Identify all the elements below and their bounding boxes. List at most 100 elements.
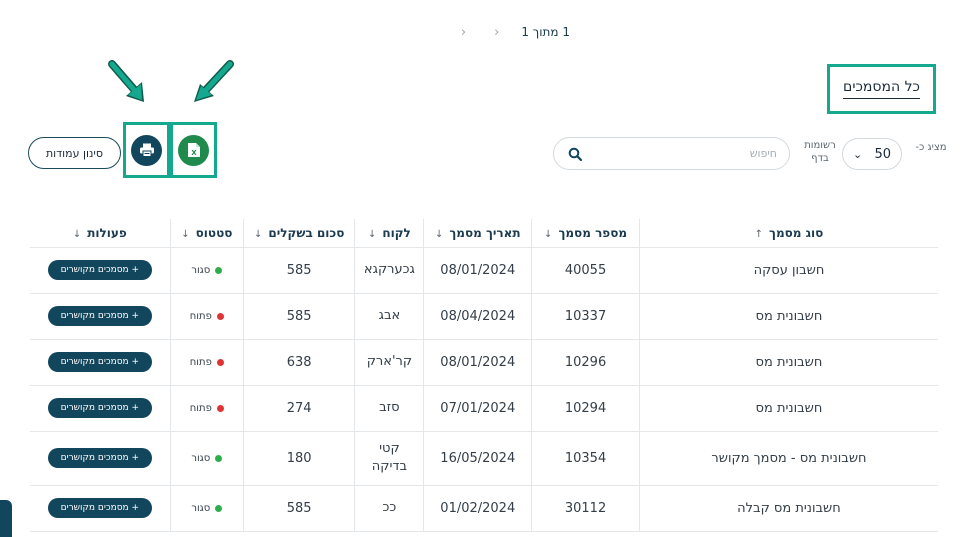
status-dot-icon bbox=[216, 358, 224, 366]
annotation-arrow-icon bbox=[194, 60, 234, 102]
doc-type-cell[interactable]: חשבונית מס - מסמך מקושר bbox=[639, 431, 938, 486]
actions-cell: + מסמכים מקושרים bbox=[30, 247, 171, 294]
page-indicator: 1 מתוך 1 bbox=[521, 25, 570, 39]
doc-number-cell[interactable]: 30112 bbox=[531, 485, 640, 532]
status-dot-icon bbox=[216, 312, 224, 320]
actions-cell: + מסמכים מקושרים bbox=[30, 431, 171, 486]
header-label: סכום בשקלים bbox=[268, 225, 345, 240]
doc-type-cell[interactable]: חשבונית מס קבלה bbox=[639, 485, 938, 532]
sort-up-icon: ↑ bbox=[754, 228, 764, 240]
search-input[interactable] bbox=[582, 147, 777, 160]
print-button[interactable] bbox=[131, 134, 162, 166]
printer-icon bbox=[139, 143, 154, 157]
customer-cell: סזב bbox=[354, 385, 425, 432]
filter-columns-button[interactable]: סינון עמודות bbox=[28, 137, 121, 169]
actions-cell: + מסמכים מקושרים bbox=[30, 339, 171, 386]
customer-cell: ככ bbox=[354, 485, 425, 532]
doc-date-cell: 16/05/2024 bbox=[423, 431, 533, 486]
header-doc-date[interactable]: תאריך מסמך ↓ bbox=[423, 219, 533, 248]
related-documents-button[interactable]: + מסמכים מקושרים bbox=[47, 306, 152, 326]
status-cell: פתוח bbox=[170, 293, 244, 340]
doc-type-cell[interactable]: חשבונית מס bbox=[639, 339, 938, 386]
status-dot-icon bbox=[215, 454, 223, 462]
doc-date-cell: 08/01/2024 bbox=[423, 247, 533, 294]
excel-export-button[interactable]: X bbox=[178, 134, 209, 166]
header-doc-type[interactable]: סוג מסמך ↑ bbox=[639, 219, 938, 248]
status-dot-icon bbox=[215, 504, 223, 512]
amount-cell: 638 bbox=[243, 339, 356, 386]
status-cell: פתוח bbox=[170, 339, 244, 386]
status-cell: פתוח bbox=[170, 385, 244, 432]
page-title-highlight: כל המסמכים bbox=[827, 64, 936, 114]
header-customer[interactable]: לקוח ↓ bbox=[354, 219, 425, 248]
header-amount[interactable]: סכום בשקלים ↓ bbox=[243, 219, 356, 248]
status-text: סגור bbox=[191, 264, 211, 276]
status-badge: פתוח bbox=[190, 403, 224, 414]
customer-cell: קר'ארק bbox=[354, 339, 425, 386]
customer-line: בדיקה bbox=[371, 459, 408, 474]
sort-down-icon: ↓ bbox=[253, 228, 263, 240]
status-badge: סגור bbox=[191, 264, 223, 276]
doc-number-cell[interactable]: 10296 bbox=[531, 339, 640, 386]
doc-number-cell[interactable]: 10337 bbox=[531, 293, 640, 340]
doc-type-cell[interactable]: חשבונית מס bbox=[639, 293, 938, 340]
pagination: 1 מתוך 1 ‹ ‹ bbox=[420, 22, 570, 42]
table-row: חשבונית מס - מסמך מקושר 10354 16/05/2024… bbox=[30, 431, 938, 486]
doc-number-cell[interactable]: 10354 bbox=[531, 431, 640, 486]
doc-number-cell[interactable]: 40055 bbox=[531, 247, 640, 294]
table-row: חשבונית מס 10337 08/04/2024 אבג 585 פתוח… bbox=[30, 293, 938, 340]
header-label: לקוח bbox=[382, 225, 411, 240]
related-documents-button[interactable]: + מסמכים מקושרים bbox=[47, 260, 152, 280]
amount-cell: 585 bbox=[243, 485, 356, 532]
doc-number-cell[interactable]: 10294 bbox=[531, 385, 640, 432]
header-label: סטטוס bbox=[195, 225, 233, 240]
sort-down-icon: ↓ bbox=[434, 228, 444, 240]
doc-date-cell: 01/02/2024 bbox=[423, 485, 533, 532]
header-label: פעולות bbox=[87, 225, 127, 240]
status-text: סגור bbox=[191, 502, 211, 514]
records-per-page-select[interactable]: ⌄ 50 bbox=[842, 138, 902, 170]
table-row: חשבונית מס 10294 07/01/2024 סזב 274 פתוח… bbox=[30, 385, 938, 432]
actions-cell: + מסמכים מקושרים bbox=[30, 385, 171, 432]
related-documents-button[interactable]: + מסמכים מקושרים bbox=[47, 448, 152, 468]
previous-page-chevron-icon[interactable]: ‹ bbox=[494, 25, 499, 40]
customer-cell: גכערקגא bbox=[354, 247, 425, 294]
svg-text:X: X bbox=[191, 149, 197, 157]
status-badge: סגור bbox=[191, 452, 223, 464]
annotation-arrow-icon bbox=[108, 60, 144, 102]
excel-icon: X bbox=[187, 143, 200, 157]
amount-cell: 274 bbox=[243, 385, 356, 432]
doc-type-cell[interactable]: חשבון עסקה bbox=[639, 247, 938, 294]
header-label: תאריך מסמך bbox=[449, 225, 521, 240]
amount-cell: 180 bbox=[243, 431, 356, 486]
search-box bbox=[553, 137, 790, 170]
doc-type-cell[interactable]: חשבונית מס bbox=[639, 385, 938, 432]
header-label: סוג מסמך bbox=[769, 225, 824, 240]
customer-cell: קטי בדיקה bbox=[354, 431, 425, 486]
table-row: חשבונית מס 10296 08/01/2024 קר'ארק 638 פ… bbox=[30, 339, 938, 386]
documents-table: סוג מסמך ↑ מספר מסמך ↓ תאריך מסמך ↓ לקוח ↓ ס… bbox=[30, 219, 938, 532]
actions-cell: + מסמכים מקושרים bbox=[30, 485, 171, 532]
excel-export-button-highlight: X bbox=[170, 122, 217, 178]
search-icon[interactable] bbox=[568, 147, 582, 161]
related-documents-button[interactable]: + מסמכים מקושרים bbox=[47, 498, 152, 518]
status-badge: פתוח bbox=[190, 357, 224, 368]
table-header-row: סוג מסמך ↑ מספר מסמך ↓ תאריך מסמך ↓ לקוח ↓ ס… bbox=[30, 219, 938, 248]
related-documents-button[interactable]: + מסמכים מקושרים bbox=[47, 352, 152, 372]
status-badge: פתוח bbox=[190, 311, 224, 322]
status-dot-icon bbox=[216, 404, 224, 412]
next-page-chevron-icon[interactable]: ‹ bbox=[461, 25, 466, 40]
header-doc-number[interactable]: מספר מסמך ↓ bbox=[531, 219, 640, 248]
status-dot-icon bbox=[215, 266, 223, 274]
related-documents-button[interactable]: + מסמכים מקושרים bbox=[47, 398, 152, 418]
records-per-page-value: 50 bbox=[874, 146, 891, 162]
status-cell: סגור bbox=[170, 431, 244, 486]
header-actions[interactable]: פעולות ↓ bbox=[30, 219, 171, 248]
status-text: פתוח bbox=[189, 310, 212, 322]
status-text: סגור bbox=[191, 452, 211, 464]
side-panel-tab[interactable] bbox=[0, 500, 12, 537]
sort-down-icon: ↓ bbox=[544, 228, 553, 240]
showing-label: מציג כ- bbox=[915, 142, 947, 153]
sort-down-icon: ↓ bbox=[72, 228, 82, 240]
header-status[interactable]: סטטוס ↓ bbox=[170, 219, 244, 248]
